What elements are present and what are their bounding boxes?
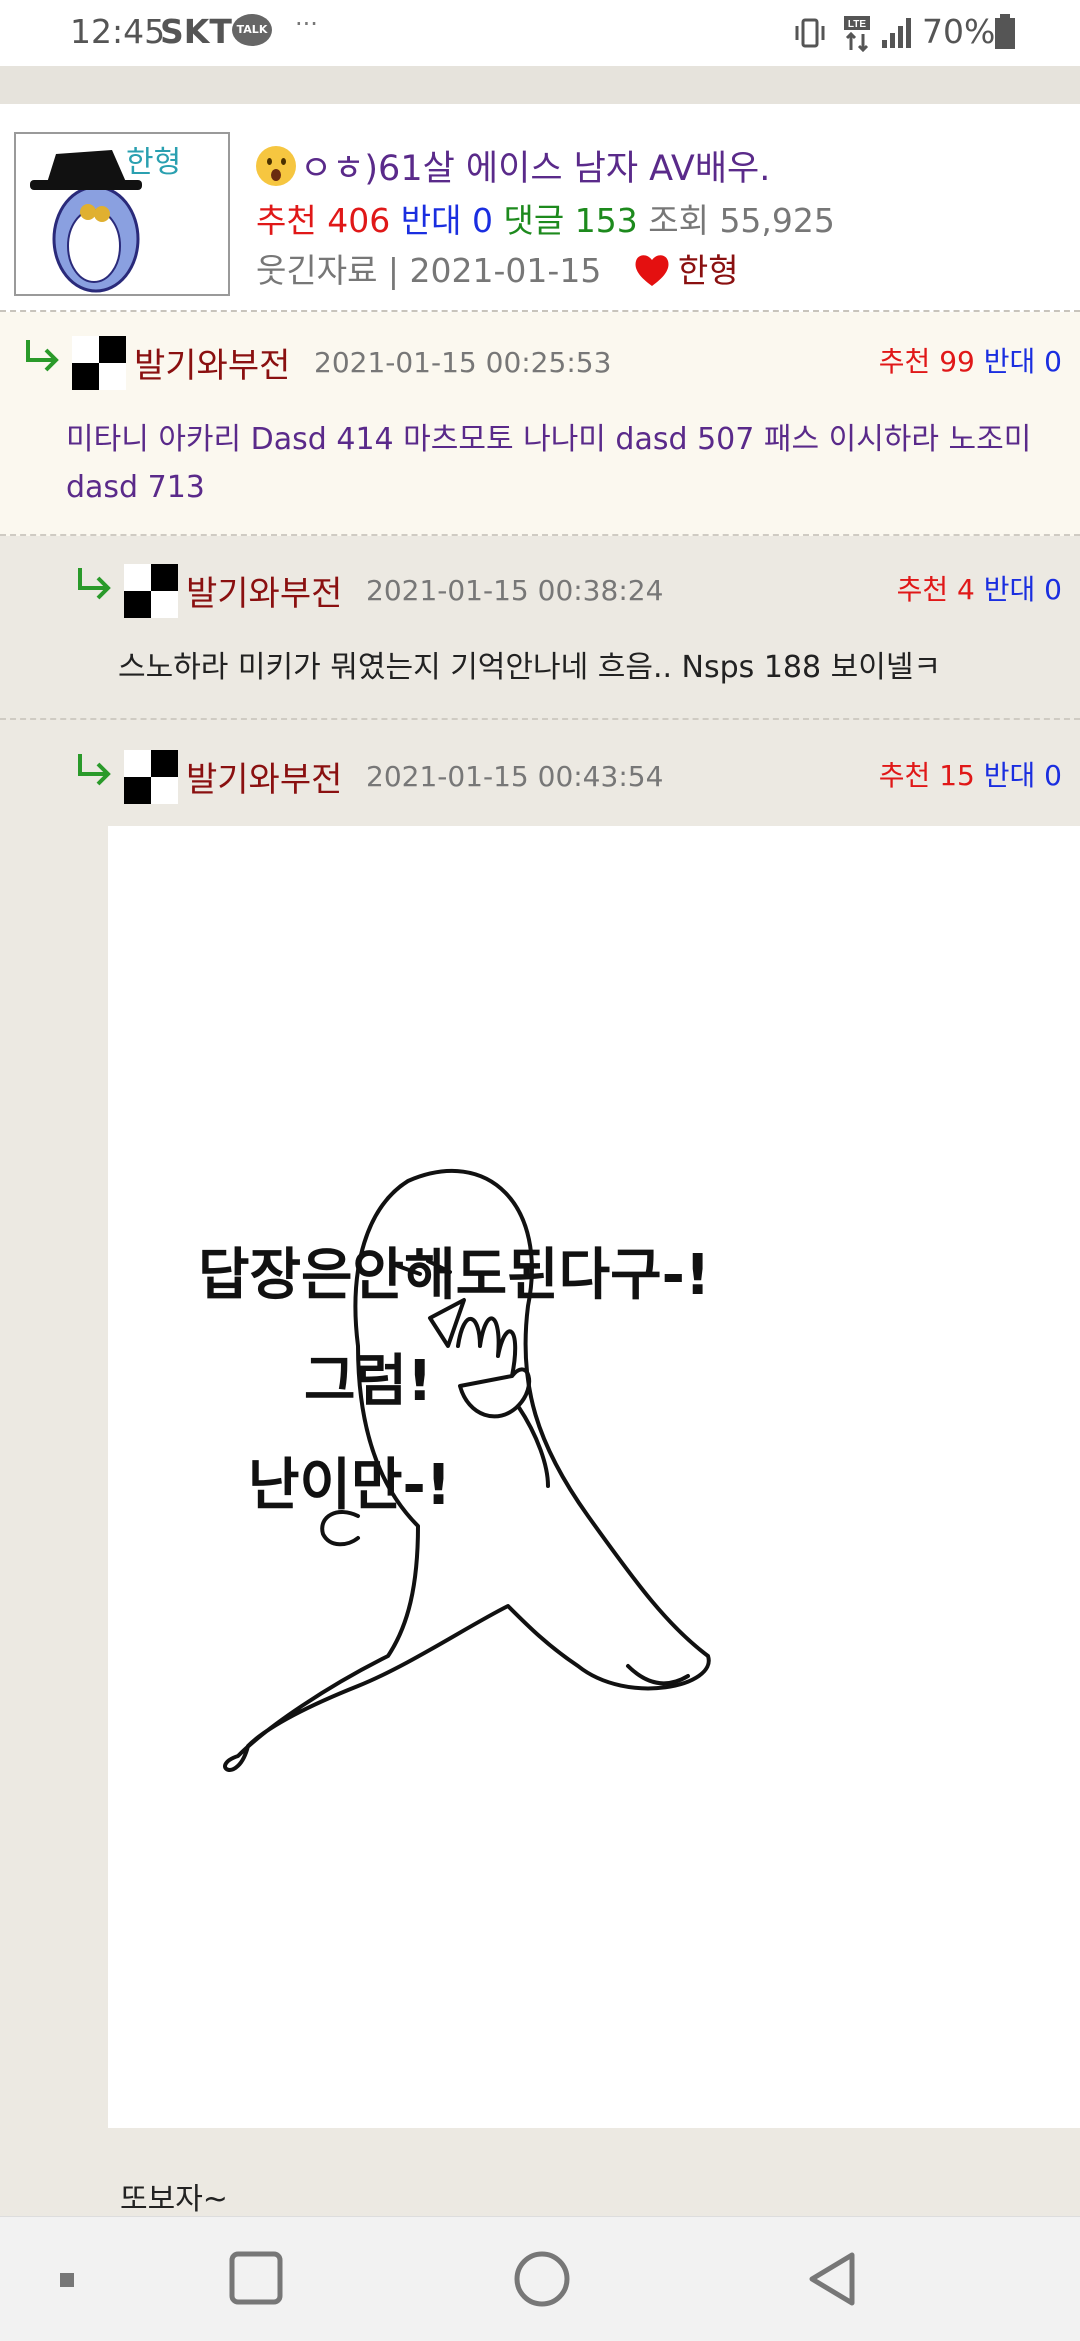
battery-icon: [995, 14, 1015, 49]
status-bar: 12:45 SKT TALK ··· LTE 70%: [0, 0, 1080, 66]
comment-date: 2021-01-15 00:25:53: [314, 346, 612, 379]
kakaotalk-icon: TALK: [232, 14, 272, 46]
comment-oppose-count: 0: [1044, 759, 1062, 792]
surprised-face-icon: [256, 146, 296, 186]
image-text-line-3: 난이만-!: [248, 1453, 451, 1518]
post-meta: 웃긴자료 | 2021-01-15 한형: [256, 244, 739, 292]
comment-item: 발기와부전 2021-01-15 00:38:24 추천 4 반대 0 스노하라…: [0, 536, 1080, 720]
reply-arrow-icon: [26, 340, 59, 372]
views-count: 55,925: [719, 201, 835, 240]
comment-recommend-count: 99: [939, 345, 975, 378]
overview-icon[interactable]: [196, 2217, 316, 2341]
comment-author[interactable]: 발기와부전: [134, 338, 290, 387]
comment-body: 또보자~: [120, 2182, 228, 2217]
commenter-avatar[interactable]: [124, 750, 178, 804]
home-icon[interactable]: [482, 2217, 602, 2341]
system-navigation-bar: [0, 2216, 1080, 2341]
author-avatar-image: 한형: [16, 134, 228, 294]
comment-date: 2021-01-15 00:43:54: [366, 760, 664, 793]
comment-author[interactable]: 발기와부전: [186, 566, 342, 615]
recommend-label: 추천: [256, 201, 317, 240]
heart-icon: [635, 255, 669, 286]
category-date: 웃긴자료 | 2021-01-15: [256, 251, 602, 290]
comment-date: 2021-01-15 00:38:24: [366, 574, 664, 607]
comment-recommend-label: 추천: [878, 759, 931, 792]
image-text-line-1: 답장은안해도된다구-!: [198, 1243, 710, 1308]
svg-text:LTE: LTE: [848, 19, 866, 30]
post-title[interactable]: ㅇㅎ)61살 에이스 남자 AV배우.: [256, 140, 770, 191]
comment-recommend-count: 15: [939, 759, 975, 792]
recent-apps-icon[interactable]: [8, 2217, 128, 2341]
comment-votes: 추천 4 반대 0: [897, 568, 1062, 608]
post-header: 한형 ㅇㅎ)61살 에이스 남자 AV배우. 추천 406 반대 0 댓글 15…: [0, 104, 1080, 312]
image-text-line-2: 그럼!: [304, 1349, 433, 1414]
reply-arrow-icon: [78, 568, 111, 600]
post-stats: 추천 406 반대 0 댓글 153 조회 55,925: [256, 194, 835, 242]
page-top-strip: [0, 66, 1080, 105]
comment-oppose-label: 반대: [983, 759, 1036, 792]
comment-votes: 추천 15 반대 0: [879, 754, 1062, 794]
comment-body: 스노하라 미키가 뭐였는지 기억안나네 흐음.. Nsps 188 보이넬ㅋ: [118, 650, 942, 685]
comment-oppose-label: 반대: [983, 573, 1036, 606]
commenter-avatar[interactable]: [124, 564, 178, 618]
comment-votes: 추천 99 반대 0: [879, 340, 1062, 380]
reply-arrow-icon: [78, 754, 111, 786]
status-carrier: SKT: [160, 12, 232, 51]
comment-image[interactable]: 답장은안해도된다구-! 그럼! 난이만-!: [108, 826, 1080, 2128]
comment-oppose-count: 0: [1044, 345, 1062, 378]
oppose-count: 0: [471, 201, 493, 240]
status-time: 12:45: [70, 12, 166, 51]
views-label: 조회: [648, 201, 709, 240]
comment-count: 153: [574, 201, 638, 240]
comment-author[interactable]: 발기와부전: [186, 752, 342, 801]
author-avatar[interactable]: 한형: [14, 132, 230, 296]
comment-recommend-label: 추천: [896, 573, 949, 606]
signal-icon: [882, 18, 911, 48]
vibrate-icon: [795, 18, 825, 48]
comment-label: 댓글: [503, 201, 565, 240]
comment-recommend-count: 4: [957, 573, 975, 606]
commenter-avatar[interactable]: [72, 336, 126, 390]
running-character-illustration: 답장은안해도된다구-! 그럼! 난이만-!: [108, 826, 1080, 2128]
oppose-label: 반대: [400, 201, 462, 240]
comment-item: 발기와부전 2021-01-15 00:25:53 추천 99 반대 0 미타니…: [0, 312, 1080, 536]
battery-percent: 70%: [922, 12, 996, 51]
author-avatar-text: 한형: [126, 145, 181, 180]
comment-oppose-label: 반대: [983, 345, 1036, 378]
lte-icon: LTE: [844, 16, 870, 52]
comment-recommend-label: 추천: [878, 345, 931, 378]
post-title-text: ㅇㅎ)61살 에이스 남자 AV배우.: [300, 149, 771, 189]
more-notifications-icon: ···: [295, 10, 318, 38]
recommend-count: 406: [327, 201, 391, 240]
comment-oppose-count: 0: [1044, 573, 1062, 606]
comment-body: 미타니 아카리 Dasd 414 마츠모토 나나미 dasd 507 패스 이시…: [66, 422, 1032, 505]
back-icon[interactable]: [772, 2217, 892, 2341]
post-author[interactable]: 한형: [678, 251, 739, 290]
